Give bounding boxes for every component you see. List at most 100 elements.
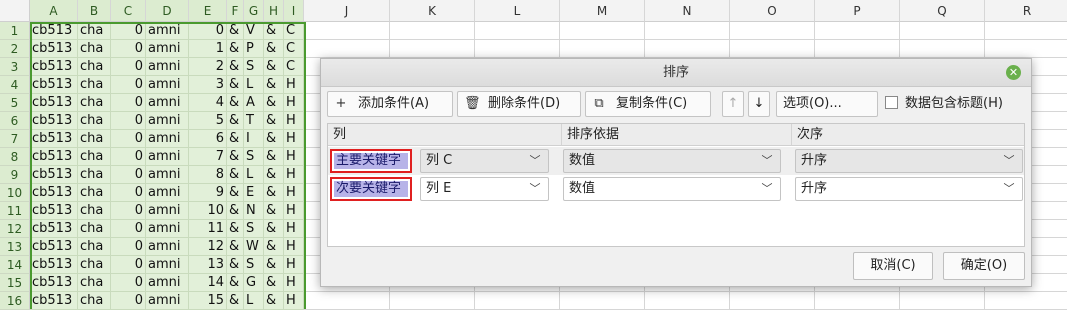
table-cell[interactable]: &: [264, 22, 284, 40]
table-cell[interactable]: &: [264, 292, 284, 310]
table-cell[interactable]: 14: [189, 274, 227, 292]
move-down-button[interactable]: ↓: [748, 91, 770, 117]
table-cell[interactable]: V: [244, 22, 264, 40]
table-cell[interactable]: 0: [111, 40, 146, 58]
table-cell[interactable]: H: [284, 256, 304, 274]
row-header[interactable]: 8: [0, 148, 30, 166]
table-cell[interactable]: H: [284, 274, 304, 292]
primary-order-select[interactable]: 升序 ﹀: [795, 149, 1023, 173]
table-cell[interactable]: cb513: [30, 292, 78, 310]
table-cell[interactable]: amni: [146, 220, 189, 238]
table-cell[interactable]: cha: [78, 40, 111, 58]
table-cell[interactable]: 0: [111, 274, 146, 292]
table-cell[interactable]: 15: [189, 292, 227, 310]
table-cell[interactable]: &: [227, 166, 244, 184]
table-cell[interactable]: [390, 22, 475, 40]
table-cell[interactable]: [390, 292, 475, 310]
table-cell[interactable]: C: [284, 40, 304, 58]
table-cell[interactable]: cb513: [30, 166, 78, 184]
table-cell[interactable]: amni: [146, 40, 189, 58]
table-cell[interactable]: cha: [78, 256, 111, 274]
table-cell[interactable]: &: [264, 238, 284, 256]
table-cell[interactable]: &: [227, 274, 244, 292]
table-cell[interactable]: amni: [146, 202, 189, 220]
column-header-o[interactable]: O: [730, 0, 815, 22]
table-cell[interactable]: C: [284, 58, 304, 76]
table-cell[interactable]: G: [244, 274, 264, 292]
column-header-r[interactable]: R: [985, 0, 1067, 22]
table-cell[interactable]: W: [244, 238, 264, 256]
table-cell[interactable]: H: [284, 166, 304, 184]
header-checkbox[interactable]: [885, 96, 898, 109]
table-cell[interactable]: H: [284, 238, 304, 256]
table-cell[interactable]: cha: [78, 130, 111, 148]
table-cell[interactable]: [645, 22, 730, 40]
table-cell[interactable]: P: [244, 40, 264, 58]
table-cell[interactable]: cha: [78, 292, 111, 310]
table-cell[interactable]: H: [284, 184, 304, 202]
close-icon[interactable]: ✕: [1006, 65, 1021, 80]
row-header[interactable]: 13: [0, 238, 30, 256]
table-cell[interactable]: 0: [111, 76, 146, 94]
table-cell[interactable]: 2: [189, 58, 227, 76]
table-cell[interactable]: H: [284, 220, 304, 238]
table-cell[interactable]: 0: [111, 130, 146, 148]
sort-condition-row[interactable]: 主要关键字 列 C ﹀ 数值 ﹀ 升序 ﹀: [328, 147, 1024, 175]
table-cell[interactable]: cha: [78, 238, 111, 256]
table-cell[interactable]: H: [284, 76, 304, 94]
table-cell[interactable]: cha: [78, 76, 111, 94]
table-cell[interactable]: &: [227, 256, 244, 274]
table-cell[interactable]: [815, 22, 900, 40]
table-cell[interactable]: cha: [78, 184, 111, 202]
table-cell[interactable]: amni: [146, 274, 189, 292]
table-cell[interactable]: &: [227, 220, 244, 238]
table-cell[interactable]: &: [264, 202, 284, 220]
table-cell[interactable]: 6: [189, 130, 227, 148]
table-cell[interactable]: T: [244, 112, 264, 130]
table-cell[interactable]: amni: [146, 94, 189, 112]
table-cell[interactable]: 0: [111, 238, 146, 256]
column-header-f[interactable]: F: [227, 0, 244, 22]
table-cell[interactable]: [304, 22, 390, 40]
table-cell[interactable]: [815, 40, 900, 58]
delete-condition-button[interactable]: 🗑 删除条件(D): [457, 91, 581, 117]
table-cell[interactable]: [815, 292, 900, 310]
table-cell[interactable]: &: [227, 184, 244, 202]
primary-column-select[interactable]: 列 C ﹀: [420, 149, 549, 173]
table-cell[interactable]: [730, 22, 815, 40]
table-cell[interactable]: cha: [78, 148, 111, 166]
column-header-n[interactable]: N: [645, 0, 730, 22]
table-cell[interactable]: 13: [189, 256, 227, 274]
table-cell[interactable]: 5: [189, 112, 227, 130]
table-cell[interactable]: cha: [78, 112, 111, 130]
table-cell[interactable]: &: [264, 94, 284, 112]
table-cell[interactable]: 0: [111, 220, 146, 238]
table-cell[interactable]: 4: [189, 94, 227, 112]
table-cell[interactable]: amni: [146, 112, 189, 130]
table-cell[interactable]: 0: [111, 256, 146, 274]
table-cell[interactable]: [475, 22, 560, 40]
move-up-button[interactable]: ↑: [722, 91, 744, 117]
table-cell[interactable]: cb513: [30, 76, 78, 94]
table-cell[interactable]: 0: [111, 184, 146, 202]
table-cell[interactable]: cha: [78, 22, 111, 40]
column-header-i[interactable]: I: [284, 0, 304, 22]
column-header-p[interactable]: P: [815, 0, 900, 22]
table-cell[interactable]: 1: [189, 40, 227, 58]
table-cell[interactable]: cb513: [30, 112, 78, 130]
table-cell[interactable]: cha: [78, 274, 111, 292]
table-cell[interactable]: S: [244, 256, 264, 274]
table-cell[interactable]: [390, 40, 475, 58]
options-button[interactable]: 选项(O)...: [776, 91, 878, 117]
table-cell[interactable]: 0: [111, 202, 146, 220]
table-cell[interactable]: H: [284, 292, 304, 310]
table-cell[interactable]: S: [244, 220, 264, 238]
table-cell[interactable]: &: [264, 40, 284, 58]
table-cell[interactable]: &: [227, 58, 244, 76]
table-cell[interactable]: &: [264, 130, 284, 148]
table-cell[interactable]: amni: [146, 292, 189, 310]
row-header[interactable]: 16: [0, 292, 30, 310]
table-cell[interactable]: [900, 292, 985, 310]
table-cell[interactable]: &: [264, 184, 284, 202]
table-cell[interactable]: cb513: [30, 22, 78, 40]
